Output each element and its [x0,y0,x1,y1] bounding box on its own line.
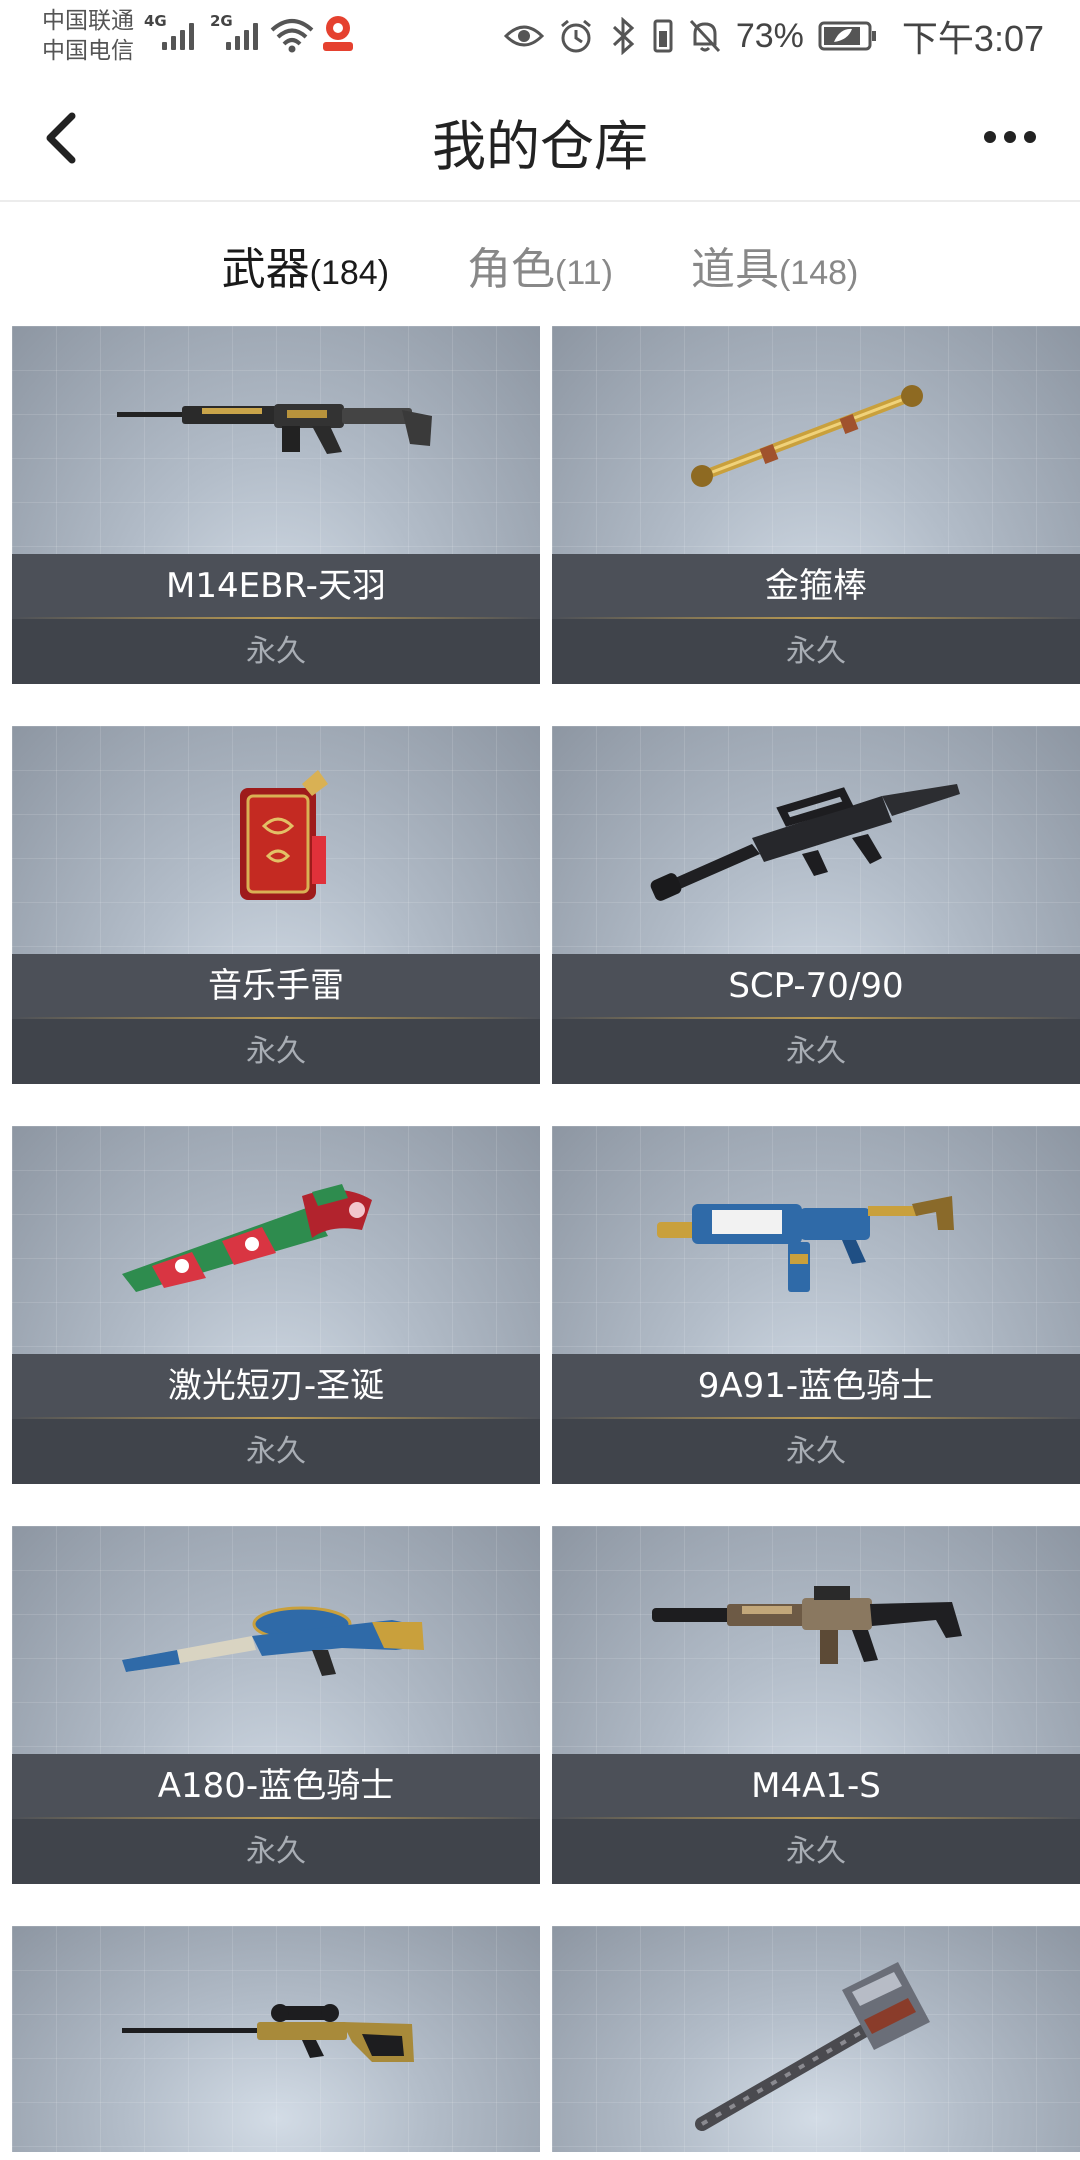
item-duration: 永久 [552,619,1080,684]
item-duration: 永久 [12,1019,540,1084]
item-name: 金箍棒 [552,554,1080,618]
item-card[interactable]: 音乐手雷 永久 [12,726,540,1084]
carrier-1: 中国联通 [42,8,134,34]
phone-battery-icon [653,19,673,53]
mute-icon [689,19,720,53]
item-duration: 永久 [12,1819,540,1884]
signal-icon-1 [162,20,194,50]
clock: 下午3:07 [901,18,1044,59]
rifle-icon [657,1196,954,1292]
item-card[interactable]: 金箍棒 永久 [552,326,1080,684]
sniper-rifle-icon [122,2004,414,2062]
rifle-icon [650,784,960,901]
navigation-bar: 我的仓库 [0,72,1080,202]
tab-count: (184) [309,254,390,292]
carrier-2: 中国电信 [42,38,134,64]
item-name: M14EBR-天羽 [12,554,540,618]
status-bar: 中国联通 中国电信 4G 2G 73% 下午3:07 [0,0,1080,72]
item-card[interactable] [552,1926,1080,2152]
item-card[interactable]: M4A1-S 永久 [552,1526,1080,1884]
rifle-icon [117,404,432,454]
item-card[interactable]: 9A91-蓝色骑士 永久 [552,1126,1080,1484]
rifle-icon [652,1586,962,1664]
category-tabs: 武器(184) 角色(11) 道具(148) [0,204,1080,326]
tab-items[interactable]: 道具(148) [691,233,858,297]
status-right-group: 73% 下午3:07 [503,10,1044,62]
item-name: A180-蓝色骑士 [12,1754,540,1818]
item-duration: 永久 [12,1419,540,1484]
more-options-icon[interactable] [980,122,1040,152]
item-duration: 永久 [552,1819,1080,1884]
item-grid: M14EBR-天羽 永久 金箍棒 永久 音乐手雷 永久 SCP-70/90 永久… [12,326,1080,2152]
item-name: M4A1-S [552,1754,1080,1818]
wifi-icon [270,19,314,53]
item-duration: 永久 [552,1019,1080,1084]
staff-icon [691,385,923,487]
item-name: SCP-70/90 [552,954,1080,1018]
tab-label: 道具 [690,244,779,295]
item-name: 激光短刃-圣诞 [12,1354,540,1418]
tab-weapons[interactable]: 武器(184) [222,233,389,297]
tab-label: 角色 [467,244,556,295]
tab-count: (11) [555,254,613,292]
hammer-icon [695,1962,930,2131]
item-card[interactable]: A180-蓝色骑士 永久 [12,1526,540,1884]
red-canister-icon [240,770,328,900]
battery-percent: 73% [735,16,804,55]
carrier-names: 中国联通 中国电信 [42,6,134,66]
blade-icon [122,1184,372,1292]
item-card[interactable]: M14EBR-天羽 永久 [12,326,540,684]
tab-count: (148) [778,254,859,292]
item-name: 音乐手雷 [12,954,540,1018]
bluetooth-icon [612,17,635,55]
item-duration: 永久 [12,619,540,684]
page-title: 我的仓库 [432,115,648,178]
tab-characters[interactable]: 角色(11) [467,233,613,297]
item-card[interactable]: 激光短刃-圣诞 永久 [12,1126,540,1484]
tab-label: 武器 [221,244,310,295]
signal-icon-2 [226,20,258,50]
eye-comfort-icon [503,25,544,47]
item-name: 9A91-蓝色骑士 [552,1354,1080,1418]
drum-rifle-icon [122,1606,424,1676]
item-card[interactable]: SCP-70/90 永久 [552,726,1080,1084]
item-card[interactable] [12,1926,540,2152]
app-notification-icon [323,16,353,51]
alarm-icon [560,19,591,53]
item-duration: 永久 [552,1419,1080,1484]
battery-icon [818,21,876,51]
